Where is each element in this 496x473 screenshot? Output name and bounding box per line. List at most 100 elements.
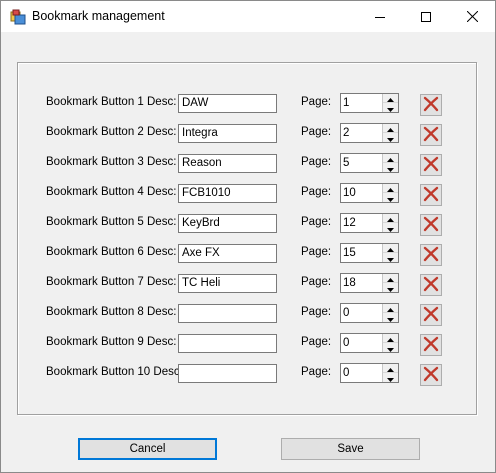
- spin-down-button[interactable]: [383, 283, 398, 292]
- triangle-down-icon: [387, 251, 394, 265]
- red-x-delete-icon: [423, 156, 439, 175]
- bookmark-5-desc-input[interactable]: KeyBrd: [178, 214, 277, 233]
- spin-down-button[interactable]: [383, 103, 398, 112]
- bookmark-1-desc-label: Bookmark Button 1 Desc:: [46, 96, 177, 108]
- spin-buttons: [382, 334, 398, 352]
- bookmark-7-desc-label: Bookmark Button 7 Desc:: [46, 276, 177, 288]
- bookmark-6-desc-input[interactable]: Axe FX: [178, 244, 277, 263]
- triangle-down-icon: [387, 161, 394, 175]
- bookmark-10-page-stepper[interactable]: 0: [340, 363, 399, 383]
- spin-down-button[interactable]: [383, 253, 398, 262]
- bookmark-7-desc-input[interactable]: TC Heli: [178, 274, 277, 293]
- triangle-down-icon: [387, 131, 394, 145]
- bookmark-1-page-stepper[interactable]: 1: [340, 93, 399, 113]
- bookmark-10-delete-button[interactable]: [420, 364, 442, 386]
- spin-down-button[interactable]: [383, 193, 398, 202]
- spin-down-button[interactable]: [383, 163, 398, 172]
- page-stepper-value[interactable]: 10: [343, 185, 356, 201]
- spin-buttons: [382, 124, 398, 142]
- save-button[interactable]: Save: [281, 438, 420, 460]
- bookmark-4-desc-input[interactable]: FCB1010: [178, 184, 277, 203]
- bookmark-group-box: [17, 62, 477, 415]
- red-x-delete-icon: [423, 96, 439, 115]
- bookmark-1-page-label: Page:: [301, 96, 332, 108]
- bookmark-8-desc-input[interactable]: [178, 304, 277, 323]
- red-x-delete-icon: [423, 216, 439, 235]
- triangle-down-icon: [387, 341, 394, 355]
- bookmark-5-delete-button[interactable]: [420, 214, 442, 236]
- bookmark-9-page-stepper[interactable]: 0: [340, 333, 399, 353]
- spin-down-button[interactable]: [383, 223, 398, 232]
- bookmark-8-desc-label: Bookmark Button 8 Desc:: [46, 306, 177, 318]
- triangle-down-icon: [387, 281, 394, 295]
- bookmark-6-page-stepper[interactable]: 15: [340, 243, 399, 263]
- bookmark-2-desc-label: Bookmark Button 2 Desc:: [46, 126, 177, 138]
- spin-down-button[interactable]: [383, 373, 398, 382]
- page-stepper-value[interactable]: 0: [343, 305, 349, 321]
- page-stepper-value[interactable]: 5: [343, 155, 349, 171]
- spin-buttons: [382, 364, 398, 382]
- page-stepper-value[interactable]: 15: [343, 245, 356, 261]
- bookmark-6-desc-label: Bookmark Button 6 Desc:: [46, 246, 177, 258]
- triangle-down-icon: [387, 371, 394, 385]
- bookmark-2-page-label: Page:: [301, 126, 332, 138]
- bookmark-9-desc-input[interactable]: [178, 334, 277, 353]
- bookmark-3-page-stepper[interactable]: 5: [340, 153, 399, 173]
- bookmark-6-delete-button[interactable]: [420, 244, 442, 266]
- bookmark-5-desc-label: Bookmark Button 5 Desc:: [46, 216, 177, 228]
- maximize-icon: [421, 11, 431, 22]
- bookmark-10-page-label: Page:: [301, 366, 332, 378]
- bookmark-8-page-label: Page:: [301, 306, 332, 318]
- spin-buttons: [382, 244, 398, 262]
- red-x-delete-icon: [423, 186, 439, 205]
- page-stepper-value[interactable]: 0: [343, 335, 349, 351]
- triangle-down-icon: [387, 311, 394, 325]
- bookmark-8-page-stepper[interactable]: 0: [340, 303, 399, 323]
- bookmark-7-page-label: Page:: [301, 276, 332, 288]
- spin-buttons: [382, 214, 398, 232]
- page-stepper-value[interactable]: 2: [343, 125, 349, 141]
- spin-down-button[interactable]: [383, 133, 398, 142]
- page-stepper-value[interactable]: 12: [343, 215, 356, 231]
- bookmark-2-page-stepper[interactable]: 2: [340, 123, 399, 143]
- spin-buttons: [382, 184, 398, 202]
- bookmark-3-delete-button[interactable]: [420, 154, 442, 176]
- page-stepper-value[interactable]: 18: [343, 275, 356, 291]
- spin-down-button[interactable]: [383, 343, 398, 352]
- bookmark-2-delete-button[interactable]: [420, 124, 442, 146]
- bookmark-5-page-label: Page:: [301, 216, 332, 228]
- cancel-button[interactable]: Cancel: [78, 438, 217, 460]
- triangle-down-icon: [387, 101, 394, 115]
- red-x-delete-icon: [423, 276, 439, 295]
- spin-down-button[interactable]: [383, 313, 398, 322]
- bookmark-2-desc-input[interactable]: Integra: [178, 124, 277, 143]
- bookmark-4-page-stepper[interactable]: 10: [340, 183, 399, 203]
- red-x-delete-icon: [423, 126, 439, 145]
- bookmark-7-page-stepper[interactable]: 18: [340, 273, 399, 293]
- bookmark-7-delete-button[interactable]: [420, 274, 442, 296]
- bookmark-3-desc-input[interactable]: Reason: [178, 154, 277, 173]
- close-button[interactable]: [449, 1, 495, 32]
- bookmark-4-page-label: Page:: [301, 186, 332, 198]
- bookmark-8-delete-button[interactable]: [420, 304, 442, 326]
- page-stepper-value[interactable]: 0: [343, 365, 349, 381]
- bookmark-10-desc-input[interactable]: [178, 364, 277, 383]
- window-title: Bookmark management: [32, 9, 165, 23]
- red-x-delete-icon: [423, 306, 439, 325]
- bookmark-9-delete-button[interactable]: [420, 334, 442, 356]
- triangle-down-icon: [387, 191, 394, 205]
- bookmark-4-delete-button[interactable]: [420, 184, 442, 206]
- bookmark-5-page-stepper[interactable]: 12: [340, 213, 399, 233]
- title-bar[interactable]: Bookmark management: [1, 1, 495, 32]
- bookmark-10-desc-label: Bookmark Button 10 Desc:: [46, 366, 183, 378]
- red-x-delete-icon: [423, 366, 439, 385]
- spin-buttons: [382, 304, 398, 322]
- bookmark-1-desc-input[interactable]: DAW: [178, 94, 277, 113]
- maximize-button[interactable]: [403, 1, 449, 32]
- page-stepper-value[interactable]: 1: [343, 95, 349, 111]
- spin-buttons: [382, 94, 398, 112]
- minimize-button[interactable]: [357, 1, 403, 32]
- bookmark-6-page-label: Page:: [301, 246, 332, 258]
- bookmark-1-delete-button[interactable]: [420, 94, 442, 116]
- bookmark-3-desc-label: Bookmark Button 3 Desc:: [46, 156, 177, 168]
